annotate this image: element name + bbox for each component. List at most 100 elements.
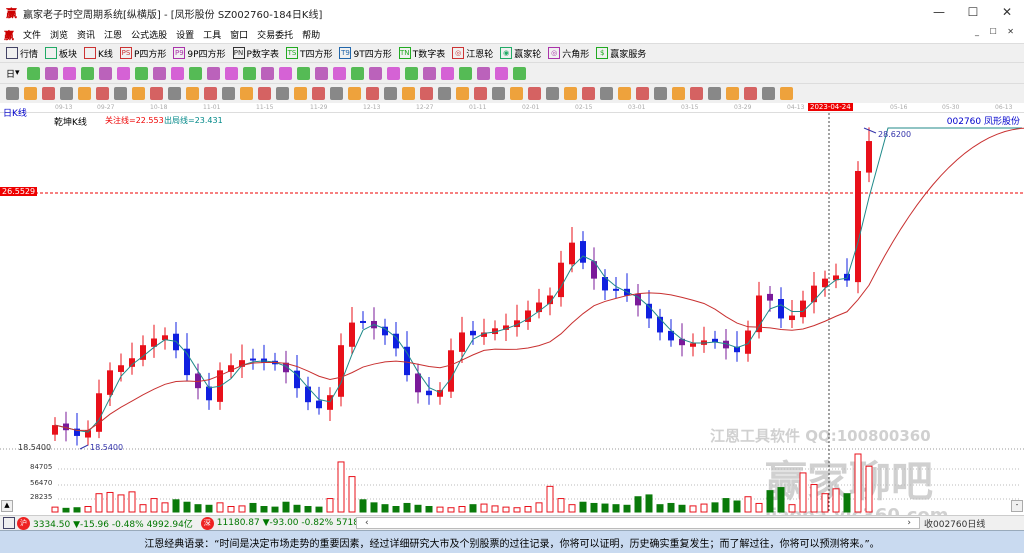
analysis-tool-icon[interactable] bbox=[492, 87, 505, 100]
period-select[interactable]: 日 ▾ bbox=[6, 67, 20, 80]
menu-gann[interactable]: 江恩 bbox=[104, 28, 122, 41]
analysis-tool-icon[interactable] bbox=[276, 87, 289, 100]
draw-tool-icon[interactable] bbox=[62, 66, 76, 80]
draw-tool-icon[interactable] bbox=[350, 66, 364, 80]
draw-tool-icon[interactable] bbox=[458, 66, 472, 80]
menu-file[interactable]: 文件 bbox=[23, 28, 41, 41]
analysis-tool-icon[interactable] bbox=[294, 87, 307, 100]
analysis-tool-icon[interactable] bbox=[330, 87, 343, 100]
analysis-tool-icon[interactable] bbox=[618, 87, 631, 100]
menu-tools[interactable]: 工具 bbox=[203, 28, 221, 41]
close-button[interactable]: ✕ bbox=[990, 0, 1024, 24]
draw-tool-icon[interactable] bbox=[512, 66, 526, 80]
analysis-tool-icon[interactable] bbox=[240, 87, 253, 100]
analysis-tool-icon[interactable] bbox=[42, 87, 55, 100]
toolbar-p-square-button[interactable]: PS P四方形 bbox=[119, 47, 166, 60]
menu-browse[interactable]: 浏览 bbox=[50, 28, 68, 41]
analysis-tool-icon[interactable] bbox=[348, 87, 361, 100]
analysis-tool-icon[interactable] bbox=[708, 87, 721, 100]
draw-tool-icon[interactable] bbox=[188, 66, 202, 80]
analysis-tool-icon[interactable] bbox=[690, 87, 703, 100]
analysis-tool-icon[interactable] bbox=[312, 87, 325, 100]
draw-tool-icon[interactable] bbox=[224, 66, 238, 80]
analysis-tool-icon[interactable] bbox=[582, 87, 595, 100]
analysis-tool-icon[interactable] bbox=[474, 87, 487, 100]
draw-tool-icon[interactable] bbox=[386, 66, 400, 80]
toolbar-p-number-table-button[interactable]: PN P数字表 bbox=[232, 47, 279, 60]
draw-tool-icon[interactable] bbox=[44, 66, 58, 80]
analysis-tool-icon[interactable] bbox=[168, 87, 181, 100]
draw-tool-icon[interactable] bbox=[476, 66, 490, 80]
draw-tool-icon[interactable] bbox=[440, 66, 454, 80]
toolbar-sector-button[interactable]: 板块 bbox=[45, 47, 77, 60]
analysis-tool-icon[interactable] bbox=[438, 87, 451, 100]
analysis-tool-icon[interactable] bbox=[384, 87, 397, 100]
draw-tool-icon[interactable] bbox=[404, 66, 418, 80]
draw-tool-icon[interactable] bbox=[494, 66, 508, 80]
draw-tool-icon[interactable] bbox=[368, 66, 382, 80]
analysis-tool-icon[interactable] bbox=[114, 87, 127, 100]
analysis-tool-icon[interactable] bbox=[420, 87, 433, 100]
analysis-tool-icon[interactable] bbox=[600, 87, 613, 100]
analysis-tool-icon[interactable] bbox=[726, 87, 739, 100]
toolbar-winner-wheel-button[interactable]: ◉ 赢家轮 bbox=[500, 47, 541, 60]
toolbar-9p-square-button[interactable]: P9 9P四方形 bbox=[173, 47, 226, 60]
draw-tool-icon[interactable] bbox=[80, 66, 94, 80]
analysis-tool-icon[interactable] bbox=[222, 87, 235, 100]
analysis-tool-icon[interactable] bbox=[744, 87, 757, 100]
draw-tool-icon[interactable] bbox=[422, 66, 436, 80]
toolbar-9t-square-button[interactable]: T9 9T四方形 bbox=[339, 47, 392, 60]
draw-tool-icon[interactable] bbox=[26, 66, 40, 80]
toolbar-gann-wheel-button[interactable]: ◎ 江恩轮 bbox=[452, 47, 493, 60]
scroll-left-button[interactable]: ‹ bbox=[365, 518, 369, 528]
menu-info[interactable]: 资讯 bbox=[77, 28, 95, 41]
draw-tool-icon[interactable] bbox=[116, 66, 130, 80]
scroll-up-button[interactable]: ▲ bbox=[1, 500, 13, 512]
menu-settings[interactable]: 设置 bbox=[176, 28, 194, 41]
menu-formula[interactable]: 公式选股 bbox=[131, 28, 167, 41]
analysis-tool-icon[interactable] bbox=[6, 87, 19, 100]
draw-tool-icon[interactable] bbox=[314, 66, 328, 80]
menu-window[interactable]: 窗口 bbox=[230, 28, 248, 41]
toolbar-dollar-button[interactable]: $ 赢家服务 bbox=[596, 47, 646, 60]
analysis-tool-icon[interactable] bbox=[150, 87, 163, 100]
menu-help[interactable]: 帮助 bbox=[302, 28, 320, 41]
analysis-tool-icon[interactable] bbox=[672, 87, 685, 100]
analysis-tool-icon[interactable] bbox=[762, 87, 775, 100]
draw-tool-icon[interactable] bbox=[260, 66, 274, 80]
expand-button[interactable]: - bbox=[1011, 500, 1023, 512]
analysis-tool-icon[interactable] bbox=[654, 87, 667, 100]
menu-trade[interactable]: 交易委托 bbox=[257, 28, 293, 41]
maximize-button[interactable]: ☐ bbox=[956, 0, 990, 24]
mdi-controls[interactable]: _ ☐ ✕ bbox=[975, 27, 1018, 36]
horizontal-scrollbar[interactable]: ‹ › bbox=[356, 517, 920, 529]
toolbar-quotes-button[interactable]: 行情 bbox=[6, 47, 38, 60]
draw-tool-icon[interactable] bbox=[152, 66, 166, 80]
analysis-tool-icon[interactable] bbox=[204, 87, 217, 100]
analysis-tool-icon[interactable] bbox=[132, 87, 145, 100]
toolbar-t-square-button[interactable]: TS T四方形 bbox=[285, 47, 332, 60]
analysis-tool-icon[interactable] bbox=[366, 87, 379, 100]
analysis-tool-icon[interactable] bbox=[78, 87, 91, 100]
analysis-tool-icon[interactable] bbox=[564, 87, 577, 100]
kline-chart[interactable]: 日K线 乾坤K线 关注线=22.553 出局线=23.431 002760 凤形… bbox=[0, 109, 1024, 526]
analysis-tool-icon[interactable] bbox=[510, 87, 523, 100]
draw-tool-icon[interactable] bbox=[134, 66, 148, 80]
analysis-tool-icon[interactable] bbox=[546, 87, 559, 100]
analysis-tool-icon[interactable] bbox=[24, 87, 37, 100]
analysis-tool-icon[interactable] bbox=[60, 87, 73, 100]
analysis-tool-icon[interactable] bbox=[780, 87, 793, 100]
analysis-tool-icon[interactable] bbox=[258, 87, 271, 100]
analysis-tool-icon[interactable] bbox=[528, 87, 541, 100]
toolbar-t-number-table-button[interactable]: TN T数字表 bbox=[398, 47, 445, 60]
draw-tool-icon[interactable] bbox=[206, 66, 220, 80]
minimize-button[interactable]: — bbox=[922, 0, 956, 24]
calculator-icon[interactable] bbox=[3, 517, 15, 529]
draw-tool-icon[interactable] bbox=[98, 66, 112, 80]
draw-tool-icon[interactable] bbox=[296, 66, 310, 80]
analysis-tool-icon[interactable] bbox=[186, 87, 199, 100]
draw-tool-icon[interactable] bbox=[332, 66, 346, 80]
analysis-tool-icon[interactable] bbox=[96, 87, 109, 100]
scroll-right-button[interactable]: › bbox=[907, 518, 911, 528]
analysis-tool-icon[interactable] bbox=[456, 87, 469, 100]
